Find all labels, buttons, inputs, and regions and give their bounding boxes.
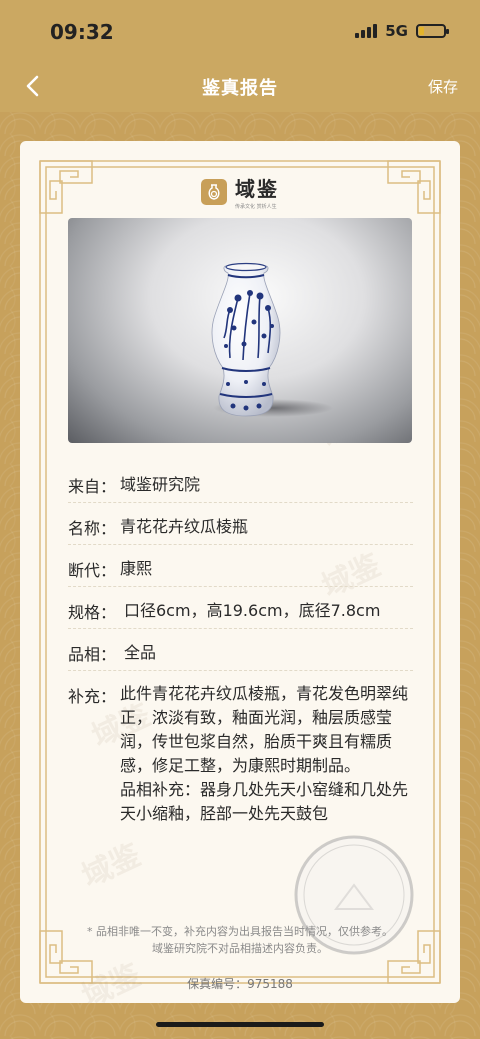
serial-number: 保真编号：975188 <box>20 975 460 992</box>
nav-bar: 鉴真报告 保存 <box>0 60 480 112</box>
brand-name: 域鉴 <box>235 177 279 201</box>
status-bar: 09:32 5G <box>0 0 480 60</box>
status-indicators: 5G <box>355 22 449 40</box>
serial-label: 保真编号： <box>187 977 248 991</box>
vase-logo-icon <box>201 178 227 205</box>
supplement-text: 此件青花花卉纹瓜棱瓶，青花发色明翠纯正，浓淡有致，釉面光润，釉层质感莹润，传世包… <box>120 684 409 775</box>
detail-row-name: 名称： 青花花卉纹瓜棱瓶 <box>68 503 413 545</box>
battery-level <box>419 27 424 35</box>
status-time: 09:32 <box>50 20 114 44</box>
detail-value: 口径6cm，高19.6cm，底径7.8cm <box>124 601 381 620</box>
detail-value: 康熙 <box>120 559 153 578</box>
detail-row-supplement: 补充： 此件青花花卉纹瓜棱瓶，青花发色明翠纯正，浓淡有致，釉面光润，釉层质感莹润… <box>68 671 413 826</box>
report-details: 来自： 域鉴研究院 名称： 青花花卉纹瓜棱瓶 断代： 康熙 规格： 口径6cm，… <box>68 461 413 826</box>
save-button[interactable]: 保存 <box>428 76 458 97</box>
signal-icon <box>355 24 378 38</box>
serial-value: 975188 <box>247 977 293 991</box>
detail-label: 来自： <box>68 477 117 496</box>
detail-label: 名称： <box>68 519 117 538</box>
brand-logo: 域鉴 传承文化 赏析人生 <box>20 173 460 210</box>
condition-note: 品相补充：器身几处先天小窑缝和几处先天小缩釉，胫部一处先天鼓包 <box>120 780 409 823</box>
detail-row-condition: 品相： 全品 <box>68 629 413 671</box>
detail-label: 品相： <box>68 645 117 664</box>
brand-slogan: 传承文化 赏析人生 <box>235 204 277 210</box>
detail-value: 青花花卉纹瓜棱瓶 <box>120 517 249 536</box>
home-indicator[interactable] <box>156 1022 324 1027</box>
vase-image <box>211 262 333 417</box>
detail-row-period: 断代： 康熙 <box>68 545 413 587</box>
report-card: 域鉴 域鉴 域鉴 域鉴 域鉴 域鉴 域鉴 传承文化 赏析人生 <box>20 141 460 1003</box>
detail-row-size: 规格： 口径6cm，高19.6cm，底径7.8cm <box>68 587 413 629</box>
detail-value: 全品 <box>124 643 157 662</box>
page-title: 鉴真报告 <box>202 78 278 99</box>
detail-row-source: 来自： 域鉴研究院 <box>68 461 413 503</box>
item-photo[interactable] <box>68 218 412 443</box>
battery-icon <box>416 24 449 38</box>
detail-label: 断代： <box>68 561 117 580</box>
detail-value: 域鉴研究院 <box>120 475 201 494</box>
disclaimer-text: * 品相非唯一不变，补充内容为出具报告当时情况，仅供参考。域鉴研究院不对品相描述… <box>87 925 393 955</box>
detail-label: 补充： <box>68 687 117 706</box>
network-type: 5G <box>385 22 408 40</box>
detail-label: 规格： <box>68 603 117 622</box>
